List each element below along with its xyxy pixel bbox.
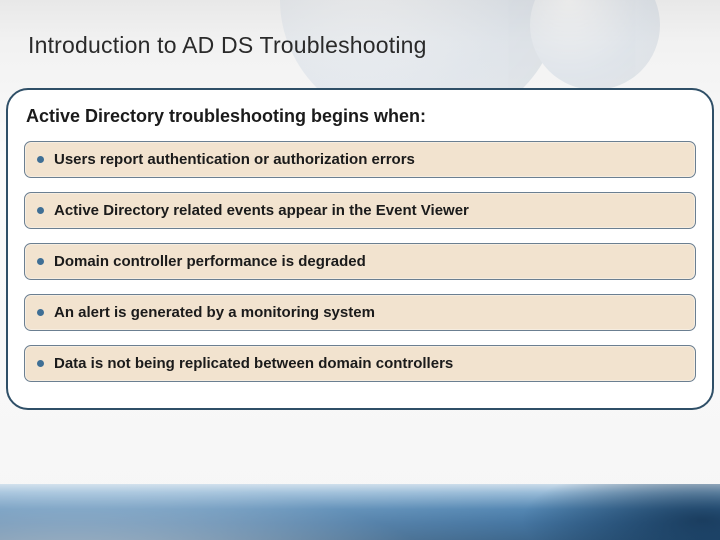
list-item-text: Users report authentication or authoriza… [54,151,415,168]
list-item-text: Data is not being replicated between dom… [54,355,453,372]
list-item-text: Active Directory related events appear i… [54,202,469,219]
list-item: Active Directory related events appear i… [24,192,696,229]
list-item: Data is not being replicated between dom… [24,345,696,382]
footer-decoration [0,484,720,540]
bullet-icon [37,360,44,367]
content-panel: Active Directory troubleshooting begins … [6,88,714,410]
item-list: Users report authentication or authoriza… [24,141,696,382]
list-item-text: Domain controller performance is degrade… [54,253,366,270]
bullet-icon [37,207,44,214]
panel-heading: Active Directory troubleshooting begins … [26,106,694,127]
bullet-icon [37,258,44,265]
page-title: Introduction to AD DS Troubleshooting [28,32,427,59]
list-item: Domain controller performance is degrade… [24,243,696,280]
bullet-icon [37,156,44,163]
bullet-icon [37,309,44,316]
list-item: An alert is generated by a monitoring sy… [24,294,696,331]
list-item: Users report authentication or authoriza… [24,141,696,178]
list-item-text: An alert is generated by a monitoring sy… [54,304,375,321]
